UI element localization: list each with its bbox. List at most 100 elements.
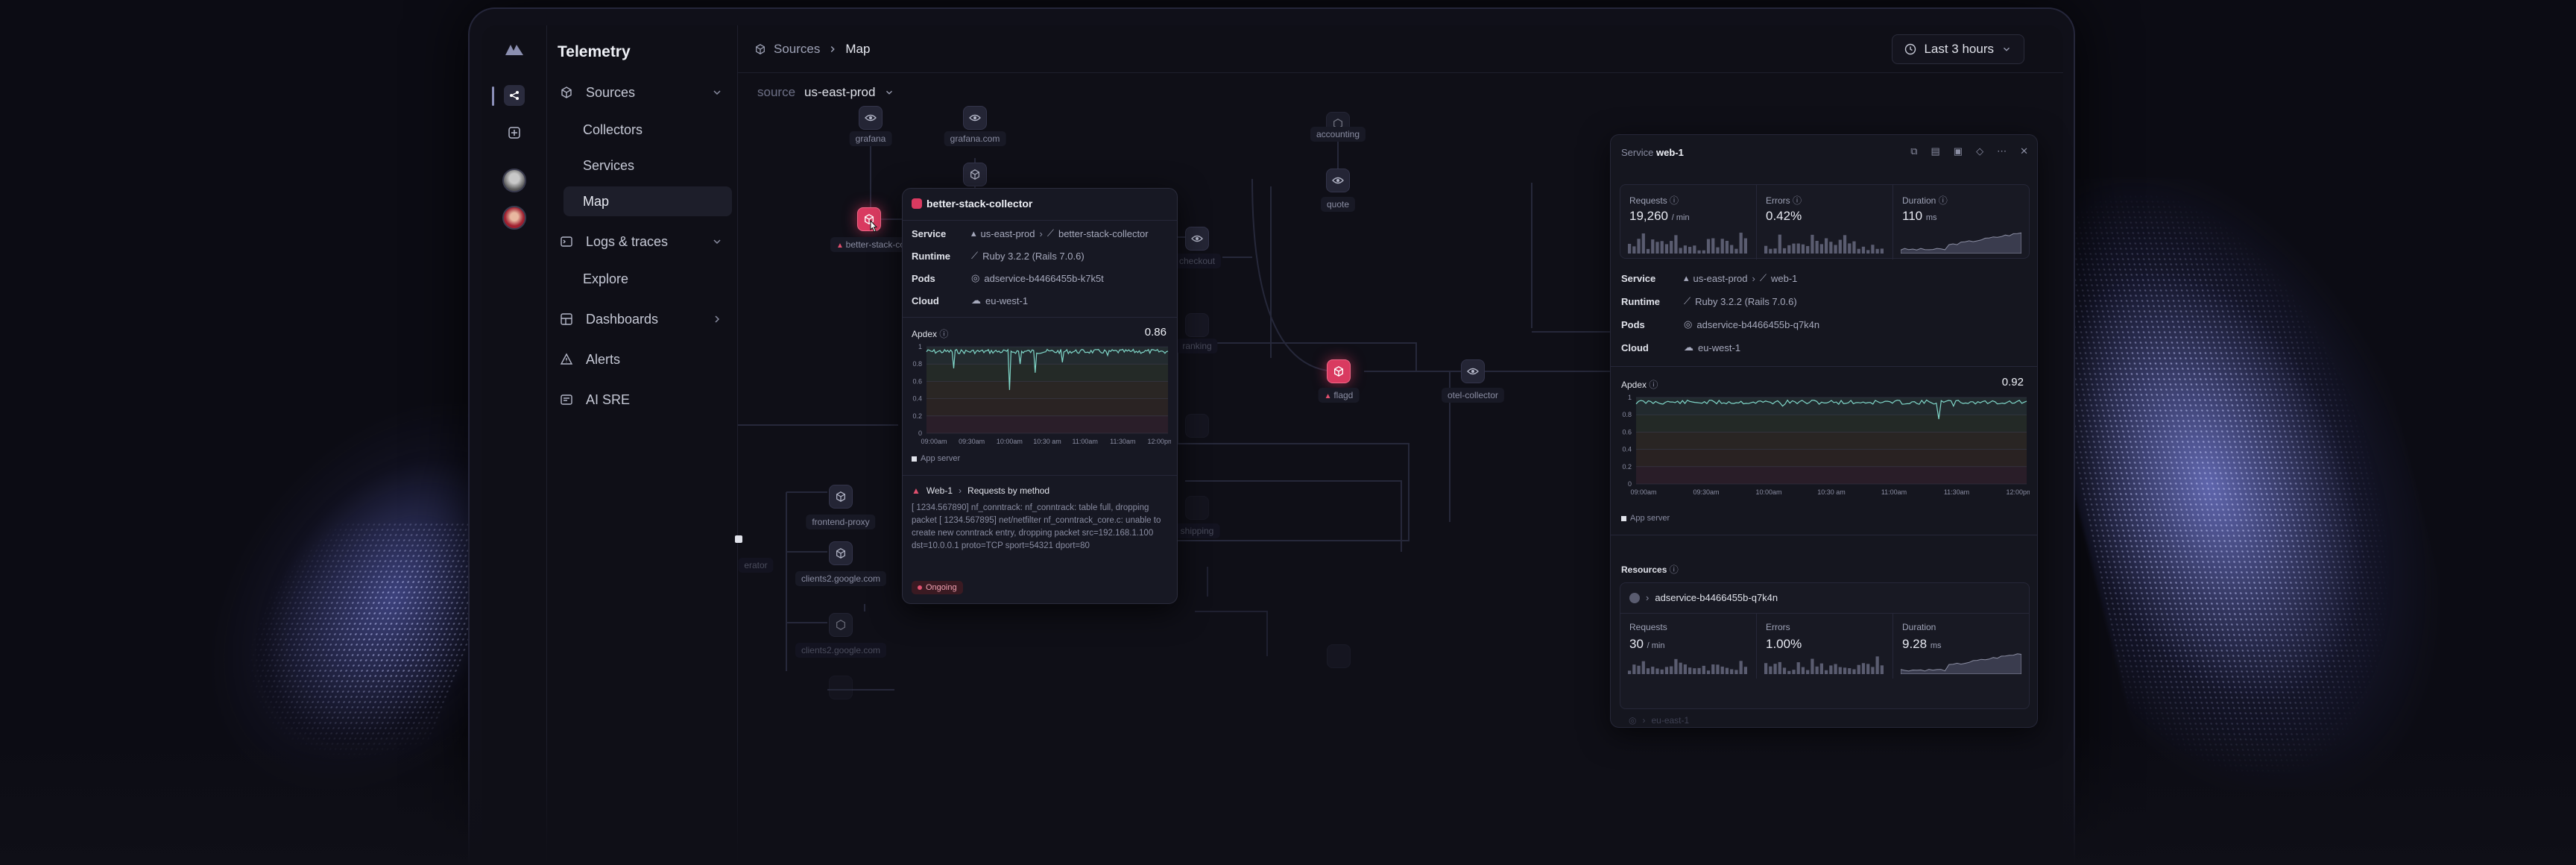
map-node-frontend-proxy[interactable] [829,485,853,509]
spark-bar [1734,670,1738,674]
row-label: Service [1621,272,1656,284]
map-node-service[interactable] [1327,644,1351,668]
spark-bar [1655,242,1659,254]
resource-name[interactable]: adservice-b4466455b-q7k4n [1655,592,1778,603]
cloud-icon: ☁ [971,295,981,306]
spark-bar [1787,245,1791,254]
map-node-service[interactable] [1185,227,1209,251]
x-tick-label: 09:30am [959,438,985,445]
spark-bar [1787,670,1791,674]
map-node-quote[interactable] [1326,169,1350,192]
resource-metric-requests[interactable]: Requests 30 / min [1620,613,1757,679]
map-node-otel-collector[interactable] [1461,359,1485,383]
apdex-label: Apdex ⓘ [1621,380,1658,390]
x-tick-label: 11:00am [1881,488,1907,496]
spark-bar [1734,248,1738,254]
row-value: ▴ us-east-prod › ⟋ web-1 [1684,272,1798,284]
popup-title: better-stack-collector [926,198,1033,210]
map-node-clients2[interactable] [829,541,853,565]
map-node-clients2b[interactable] [829,613,853,637]
apdex-band [1636,415,2027,432]
resource-card[interactable]: › adservice-b4466455b-q7k4n Requests 30 … [1620,582,2030,709]
panel-runtime-row: Runtime ⟋ Ruby 3.2.2 (Rails 7.0.6) [1621,295,1797,307]
spark-bar [1641,661,1645,674]
map-node-service[interactable] [1185,496,1209,520]
service-name[interactable]: web-1 [1771,273,1797,284]
apdex-band [926,381,1168,399]
pods-value[interactable]: adservice-b4466455b-q7k4n [1696,319,1819,330]
y-tick-label: 0.4 [912,395,922,403]
resource-metric-duration[interactable]: Duration 9.28 ms [1893,613,2029,679]
spark-bar [1801,667,1805,674]
spark-bar [1702,665,1705,674]
service-icon [912,198,922,209]
service-env[interactable]: us-east-prod [1693,273,1748,284]
resource-metric-errors[interactable]: Errors 1.00% [1757,613,1893,679]
metric-errors[interactable]: Errors ⓘ 0.42% [1757,185,1893,260]
spark-bar [1683,664,1687,674]
x-tick-label: 09:00am [921,438,947,445]
y-tick-label: 0.6 [1622,428,1632,435]
mountain-icon: ▴ [971,227,976,239]
spark-bar [1806,245,1810,254]
pods-value[interactable]: adservice-b4466455b-k7k5t [984,273,1103,284]
pod-icon [1629,592,1640,603]
map-node-flagd[interactable] [1327,359,1351,383]
layers-icon[interactable]: ▤ [1931,145,1940,157]
map-node-label: erator [738,558,774,573]
target-icon[interactable]: ◇ [1976,145,1983,157]
metric-requests[interactable]: Requests ⓘ 19,260 / min [1620,185,1757,260]
alert-source[interactable]: Web-1 [926,485,953,496]
row-label: Runtime [1621,295,1660,307]
spark-bar [1769,666,1772,674]
close-icon[interactable]: ✕ [2020,145,2028,157]
spark-bar [1811,234,1814,254]
spark-bar [1632,664,1636,674]
service-env[interactable]: us-east-prod [981,228,1035,239]
map-node-grafana[interactable] [859,106,883,130]
service-name[interactable]: better-stack-collector [1058,228,1149,239]
compare-icon[interactable]: ⧉ [1910,145,1917,157]
map-node-service[interactable] [1185,313,1209,337]
spark-bar [1637,239,1641,254]
spark-bar [1720,666,1724,674]
map-node-label: checkout [1172,254,1222,268]
spark-bar [1880,248,1884,254]
map-node-grafana-com[interactable] [963,106,987,130]
x-tick-label: 10:00am [1755,488,1781,496]
eye-icon [1467,368,1479,375]
spark-area [1901,653,2021,674]
y-tick-label: 0.2 [1622,463,1632,471]
spark-bar [1739,661,1743,674]
cube-icon [970,169,979,180]
spark-bar [1852,241,1856,254]
log-text: [ 1234.567890] nf_conntrack: nf_conntrac… [912,503,1161,550]
divider [903,317,1177,318]
brush-icon: ⟋ [1046,227,1054,239]
panel-icon[interactable]: ▣ [1954,145,1963,157]
spark-area [1901,232,2021,254]
alert-title[interactable]: Requests by method [967,485,1049,496]
map-node-service[interactable] [963,163,987,186]
spark-bar [1834,245,1837,254]
spark-bar [1693,668,1696,674]
spark-bar [1711,238,1715,254]
row-value: ◎ adservice-b4466455b-k7k5t [971,272,1104,284]
map-node-label: shipping [1174,523,1220,538]
x-tick-label: 09:00am [1630,488,1656,496]
brush-icon: ⟋ [971,250,979,261]
map-node-stub[interactable] [735,535,742,543]
x-tick-label: 11:00am [1072,438,1097,445]
map-node-service[interactable] [829,676,853,699]
spark-bar [1730,245,1734,254]
more-icon[interactable]: ⋯ [1997,145,2007,157]
map-node-service[interactable] [1185,414,1209,438]
metric-duration[interactable]: Duration ⓘ 110 ms [1893,185,2029,260]
spark-bar [1871,245,1875,254]
spark-bar [1660,241,1664,254]
spark-bar [1796,662,1800,674]
popup-header: better-stack-collector [912,198,1032,210]
next-resource[interactable]: ◎ › eu-east-1 [1629,715,1689,726]
popup-pods-row: Pods ◎ adservice-b4466455b-k7k5t [912,272,1104,284]
runtime-value: Ruby 3.2.2 (Rails 7.0.6) [982,250,1085,262]
